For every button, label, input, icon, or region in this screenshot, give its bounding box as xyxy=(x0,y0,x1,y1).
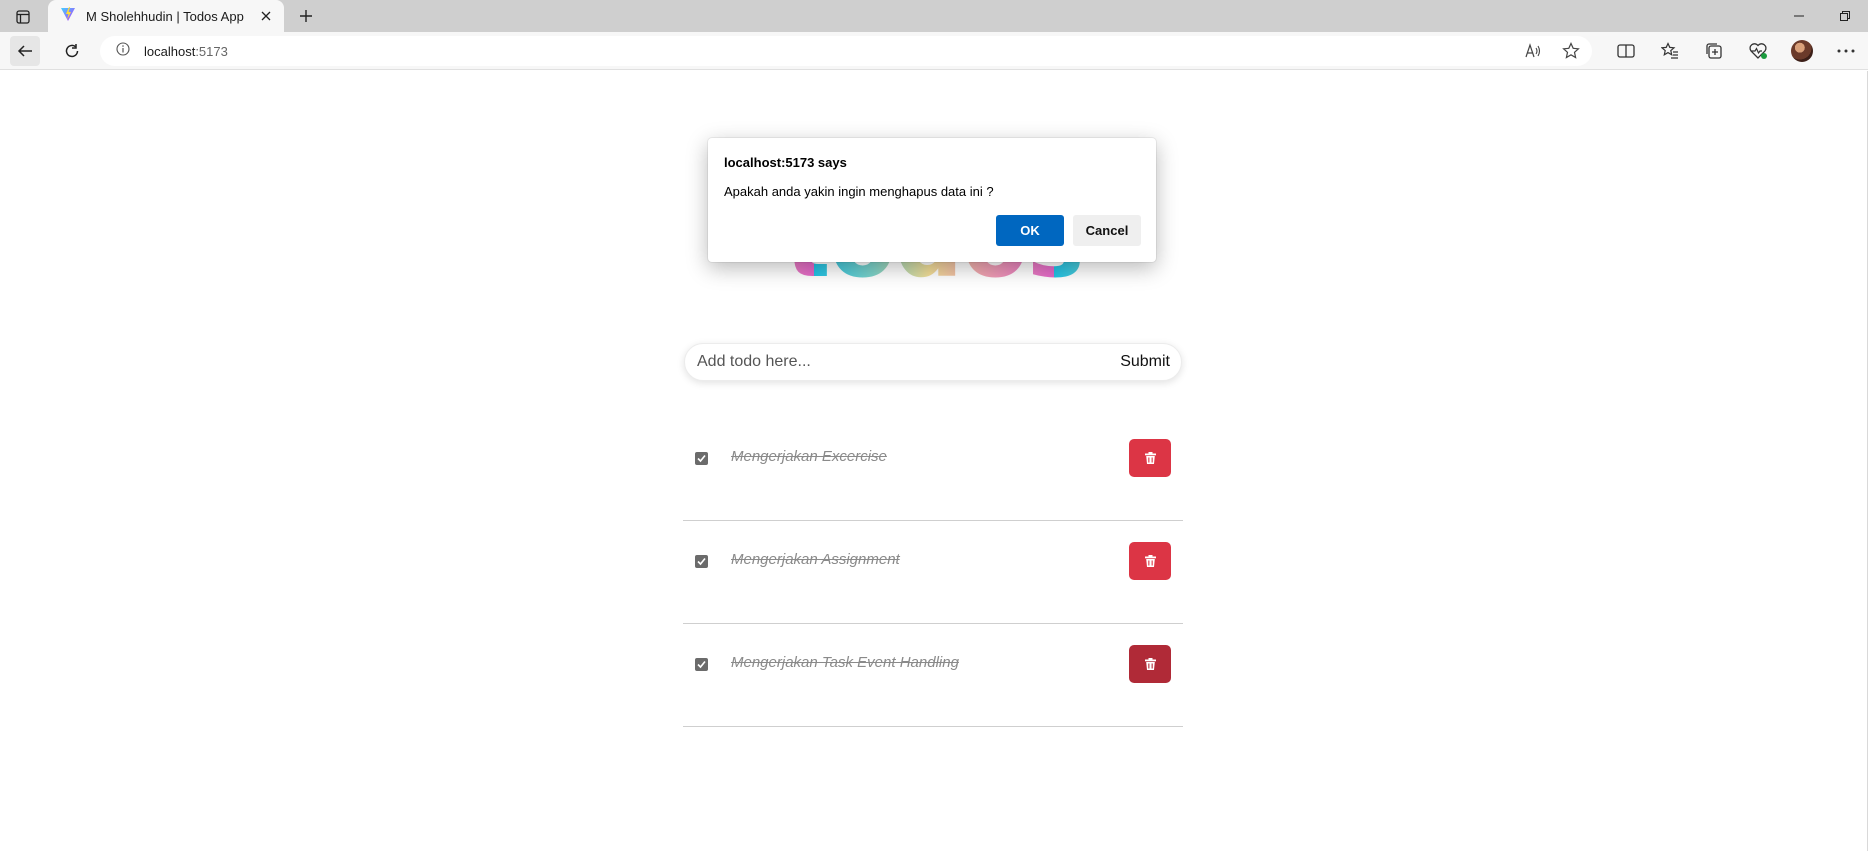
browser-tab-bar: M Sholehhudin | Todos App xyxy=(0,0,1868,32)
avatar[interactable] xyxy=(1780,36,1824,66)
read-aloud-icon[interactable] xyxy=(1522,40,1544,62)
ellipsis-icon[interactable] xyxy=(1824,36,1868,66)
todo-list: Mengerjakan Excercise Mengerjakan Assign… xyxy=(683,418,1183,727)
dialog-title: localhost:5173 says xyxy=(724,155,847,170)
address-bar[interactable]: localhost:5173 xyxy=(100,36,1592,66)
todo-item: Mengerjakan Excercise xyxy=(683,418,1183,521)
minimize-icon[interactable] xyxy=(1776,0,1822,32)
vite-logo-icon xyxy=(60,6,76,27)
dialog-message: Apakah anda yakin ingin menghapus data i… xyxy=(724,184,994,199)
todo-item: Mengerjakan Task Event Handling xyxy=(683,624,1183,727)
tab-title: M Sholehhudin | Todos App xyxy=(86,8,244,24)
split-screen-icon[interactable] xyxy=(1604,36,1648,66)
tab-actions-icon[interactable] xyxy=(10,6,36,28)
delete-button[interactable] xyxy=(1129,542,1171,580)
url-text: localhost:5173 xyxy=(144,44,228,59)
todo-title: Mengerjakan Excercise xyxy=(731,448,887,465)
todo-checkbox[interactable] xyxy=(695,555,708,568)
todo-item: Mengerjakan Assignment xyxy=(683,521,1183,624)
todo-input[interactable] xyxy=(697,353,1121,371)
star-icon[interactable] xyxy=(1560,40,1582,62)
plus-icon[interactable] xyxy=(294,4,318,28)
trash-icon xyxy=(1144,555,1156,567)
delete-button[interactable] xyxy=(1129,439,1171,477)
trash-icon xyxy=(1144,452,1156,464)
confirm-dialog: localhost:5173 says Apakah anda yakin in… xyxy=(708,138,1156,262)
todo-title: Mengerjakan Task Event Handling xyxy=(731,654,959,671)
url-host: localhost xyxy=(144,43,196,59)
todo-title: Mengerjakan Assignment xyxy=(731,551,900,568)
todo-checkbox[interactable] xyxy=(695,452,708,465)
reload-icon[interactable] xyxy=(57,36,87,66)
close-icon[interactable] xyxy=(258,8,274,24)
submit-button[interactable]: Submit xyxy=(1120,353,1170,371)
browser-tab[interactable]: M Sholehhudin | Todos App xyxy=(48,0,284,32)
checkmark-icon xyxy=(697,660,706,669)
restore-icon[interactable] xyxy=(1822,0,1868,32)
delete-button[interactable] xyxy=(1129,645,1171,683)
heart-pulse-icon[interactable] xyxy=(1736,36,1780,66)
info-icon[interactable] xyxy=(116,41,130,61)
window-controls xyxy=(1776,0,1868,32)
add-todo-form: Submit xyxy=(684,343,1182,381)
url-port: :5173 xyxy=(195,43,228,59)
ok-button[interactable]: OK xyxy=(996,215,1064,246)
trash-icon xyxy=(1144,658,1156,670)
checkmark-icon xyxy=(697,557,706,566)
page-content: todos Submit Mengerjakan Excercise Menge… xyxy=(0,71,1868,851)
favorites-icon[interactable] xyxy=(1648,36,1692,66)
todo-checkbox[interactable] xyxy=(695,658,708,671)
cancel-button[interactable]: Cancel xyxy=(1073,215,1141,246)
arrow-left-icon[interactable] xyxy=(10,36,40,66)
checkmark-icon xyxy=(697,454,706,463)
collections-icon[interactable] xyxy=(1692,36,1736,66)
browser-toolbar: localhost:5173 xyxy=(0,32,1868,70)
